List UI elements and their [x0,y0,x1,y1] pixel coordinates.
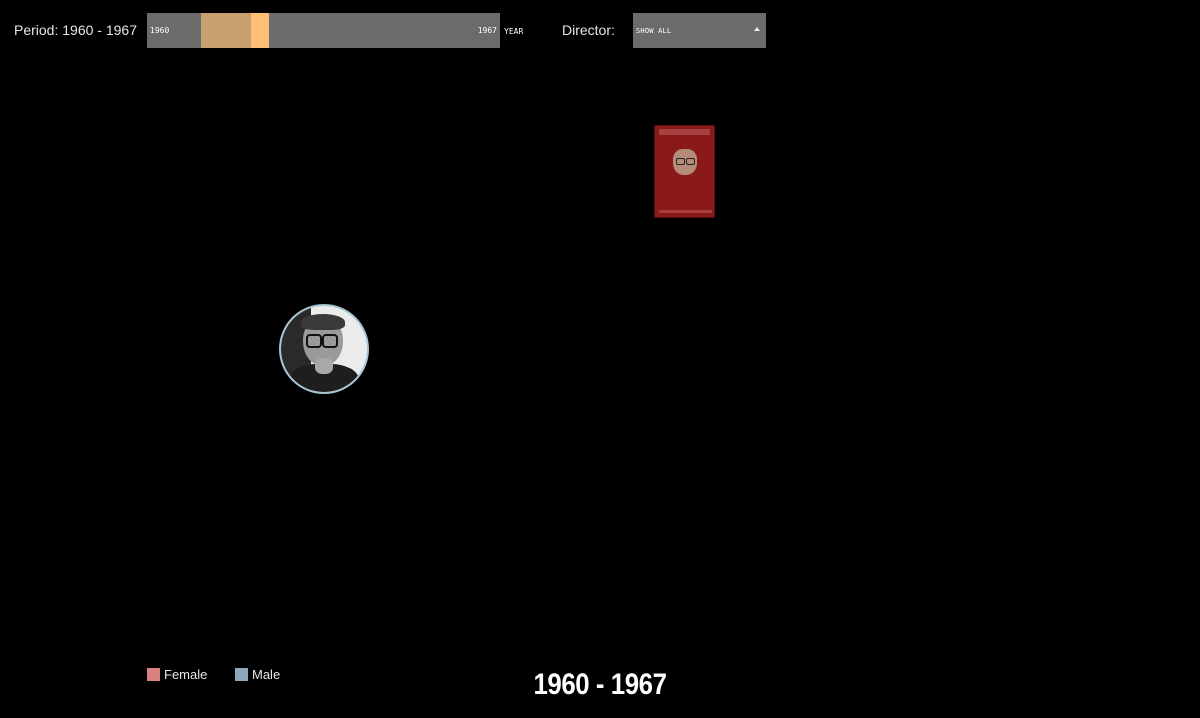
poster-face-image [673,149,697,175]
movie-poster[interactable] [654,125,715,218]
director-label: Director: [562,22,615,38]
director-select[interactable]: SHOW ALL [633,13,766,48]
period-label: Period: 1960 - 1967 [14,22,137,38]
app-stage: Period: 1960 - 1967 1960 1967 YEAR Direc… [0,0,1200,718]
timeline-start-label: 1960 [150,26,170,35]
year-range-slider[interactable]: 1960 1967 [147,13,500,48]
caret-up-icon [754,27,760,31]
director-bubble[interactable] [279,304,369,394]
timeline-end-label: 1967 [477,26,497,35]
range-handle[interactable] [251,13,269,48]
director-select-value: SHOW ALL [636,27,672,35]
period-title: 1960 - 1967 [533,668,667,701]
selected-year-range[interactable] [201,13,251,48]
poster-header-band [659,129,710,135]
timeline-unit-label: YEAR [504,27,524,36]
poster-footer-band [659,210,712,213]
